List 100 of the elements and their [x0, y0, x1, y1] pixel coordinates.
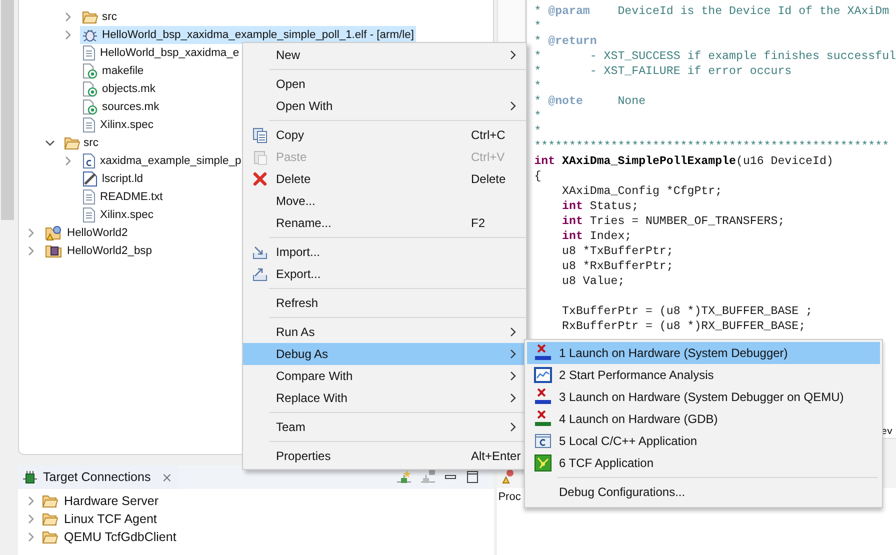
- menu-item[interactable]: 4 Launch on Hardware (GDB): [527, 408, 880, 430]
- menu-item[interactable]: Move...: [243, 190, 526, 212]
- menu-item[interactable]: 3 Launch on Hardware (System Debugger on QEMU): [527, 386, 880, 408]
- scrollbar-thumb[interactable]: [1, 0, 14, 220]
- disconnect-icon[interactable]: [420, 469, 436, 485]
- menu-item[interactable]: Delete Delete: [243, 168, 526, 190]
- target-connections-title: Target Connections: [43, 470, 151, 484]
- menu-item[interactable]: Copy Ctrl+C: [243, 124, 526, 146]
- delete-icon: [252, 171, 268, 187]
- tree-item-label: HelloWorld_bsp_xaxidma_example_simple_poll_1.elf - [arm/le]: [102, 29, 414, 41]
- tree-item-label: HelloWorld_bsp_xaxidma_e: [100, 47, 240, 59]
- expand-chevron-icon[interactable]: [26, 532, 36, 542]
- tree-item-label: objects.mk: [102, 83, 156, 95]
- menu-item[interactable]: 5 Local C/C++ Application: [527, 430, 880, 452]
- connection-item[interactable]: QEMU TcfGdbClient: [64, 530, 176, 544]
- folder-icon: [64, 136, 80, 150]
- menu-item[interactable]: Debug As: [243, 343, 526, 365]
- code-comment: None: [616, 95, 646, 108]
- tree-item-label: sources.mk: [102, 101, 160, 113]
- text-file-icon: [82, 189, 96, 205]
- menu-item[interactable]: Team: [243, 416, 526, 438]
- menu-item[interactable]: Export...: [243, 263, 526, 285]
- code-comment: *: [534, 20, 542, 33]
- tree-item[interactable]: makefile: [80, 62, 146, 80]
- tree-item[interactable]: sources.mk: [80, 98, 162, 116]
- shortcut-label: Ctrl+V: [471, 150, 505, 164]
- code-keyword: int: [561, 215, 583, 228]
- code-comment: *: [534, 95, 542, 108]
- menu-item[interactable]: Import...: [243, 241, 526, 263]
- chart-icon: [534, 367, 552, 383]
- tree-item[interactable]: HelloWorld2_bsp: [43, 242, 154, 260]
- folder-icon: [82, 10, 98, 24]
- folder-icon: [42, 494, 58, 508]
- text-file-icon: [82, 45, 96, 61]
- code-comment: * - XST_SUCCESS if example finishes successful: [534, 50, 896, 63]
- network-app-icon: [534, 454, 552, 472]
- tree-item-label: Xilinx.spec: [100, 209, 154, 221]
- collapse-chevron-icon[interactable]: [44, 138, 54, 148]
- expand-chevron-icon[interactable]: [26, 228, 36, 238]
- menu-item[interactable]: Run As: [243, 321, 526, 343]
- menu-item[interactable]: Replace With: [243, 387, 526, 409]
- tree-item-label: src: [84, 137, 98, 149]
- tree-item[interactable]: Xilinx.spec: [80, 206, 156, 224]
- debugger-icon: [534, 388, 552, 406]
- tree-item[interactable]: Xilinx.spec: [80, 116, 156, 134]
- text-file-icon: [82, 117, 96, 133]
- code-text: Tries = NUMBER_OF_TRANSFERS;: [588, 215, 785, 228]
- menu-item[interactable]: 6 TCF Application: [527, 452, 880, 474]
- code-keyword: int: [561, 230, 583, 243]
- bsp-folder-icon: [45, 243, 63, 259]
- shortcut-label: Delete: [471, 172, 506, 186]
- tree-item[interactable]: objects.mk: [80, 80, 158, 98]
- expand-chevron-icon[interactable]: [63, 12, 73, 22]
- tree-item[interactable]: src: [80, 8, 119, 26]
- tree-item[interactable]: xaxidma_example_simple_p: [80, 152, 244, 170]
- project-folder-icon: [45, 225, 63, 241]
- menu-item[interactable]: Open: [243, 73, 526, 95]
- menu-item[interactable]: 1 Launch on Hardware (System Debugger): [527, 342, 880, 364]
- tree-item[interactable]: HelloWorld2: [43, 224, 130, 242]
- tree-item[interactable]: HelloWorld_bsp_xaxidma_e: [80, 44, 242, 62]
- tree-item-label: makefile: [102, 65, 144, 77]
- debugger-icon: [534, 344, 552, 362]
- shortcut-label: Alt+Enter: [471, 449, 521, 463]
- folder-icon: [42, 512, 58, 526]
- code-text: u8 *TxBufferPtr;: [561, 245, 674, 258]
- code-text: Status;: [588, 200, 639, 213]
- connection-item[interactable]: Linux TCF Agent: [64, 512, 157, 526]
- tree-item-label: xaxidma_example_simple_p: [100, 155, 242, 167]
- code-text: u8 Value;: [561, 275, 625, 288]
- menu-item[interactable]: 2 Start Performance Analysis: [527, 364, 880, 386]
- function-name: XAxiDma_SimplePollExample: [561, 155, 736, 168]
- expand-chevron-icon[interactable]: [63, 156, 73, 166]
- expand-chevron-icon[interactable]: [26, 246, 36, 256]
- board-icon: [22, 469, 38, 485]
- new-connection-icon[interactable]: [396, 469, 412, 485]
- text-file-icon: [82, 207, 96, 223]
- tree-item[interactable]: README.txt: [80, 188, 165, 206]
- code-text: TxBufferPtr = (u8 *)TX_BUFFER_BASE ;: [561, 305, 812, 318]
- menu-item[interactable]: Rename... F2: [243, 212, 526, 234]
- tree-item[interactable]: HelloWorld_bsp_xaxidma_example_simple_poll_1.elf - [arm/le]: [80, 26, 416, 44]
- shortcut-label: F2: [471, 216, 486, 230]
- menu-item[interactable]: Properties Alt+Enter: [243, 445, 526, 467]
- menu-item[interactable]: Debug Configurations...: [527, 481, 880, 503]
- make-file-icon: [82, 63, 98, 79]
- clipboard-icon: [252, 149, 268, 165]
- shortcut-label: Ctrl+C: [471, 128, 506, 142]
- expand-chevron-icon[interactable]: [26, 514, 36, 524]
- maximize-icon[interactable]: [466, 470, 480, 484]
- menu-item[interactable]: New: [243, 44, 526, 66]
- menu-item[interactable]: Compare With: [243, 365, 526, 387]
- menu-item[interactable]: Refresh: [243, 292, 526, 314]
- tree-item[interactable]: src: [62, 134, 100, 152]
- tree-item[interactable]: lscript.ld: [80, 170, 146, 188]
- connection-item[interactable]: Hardware Server: [64, 494, 158, 508]
- close-tab-button[interactable]: ⨯: [162, 470, 173, 484]
- menu-item[interactable]: Open With: [243, 95, 526, 117]
- expand-chevron-icon[interactable]: [26, 496, 36, 506]
- code-text: u8 *RxBufferPtr;: [561, 260, 674, 273]
- tree-item-label: src: [102, 11, 117, 23]
- expand-chevron-icon[interactable]: [63, 30, 73, 40]
